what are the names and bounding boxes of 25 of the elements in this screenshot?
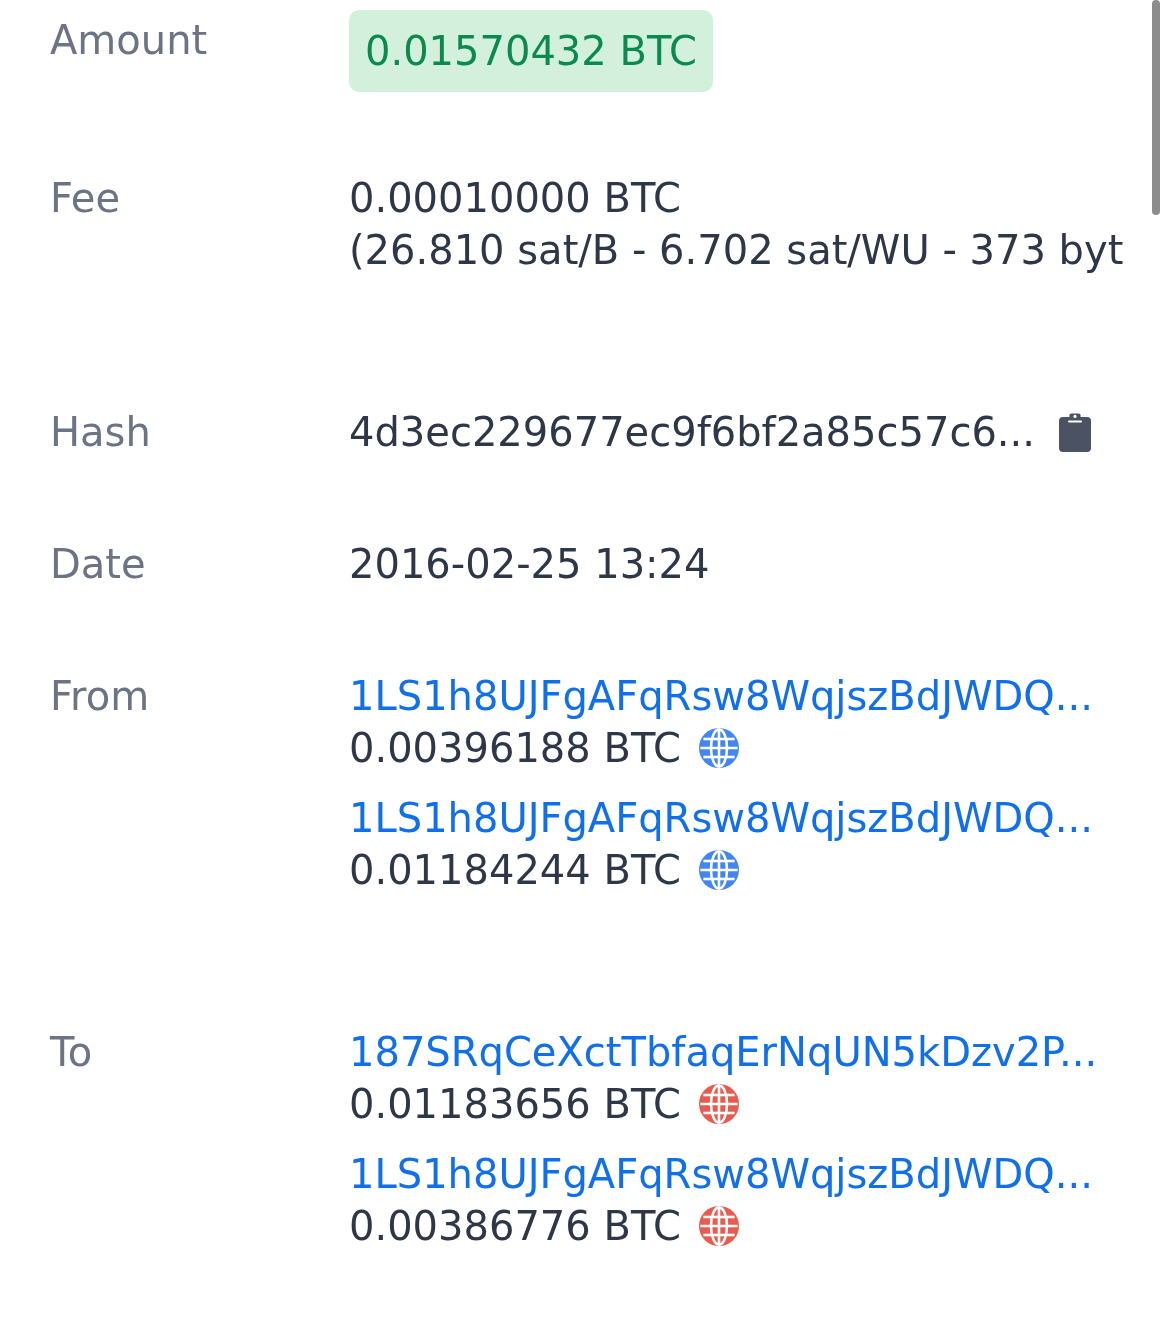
address-link[interactable]: 1LS1h8UJFgAFqRsw8WqjszBdJWDQ...: [349, 670, 1093, 722]
address-link[interactable]: 1LS1h8UJFgAFqRsw8WqjszBdJWDQ...: [349, 792, 1093, 844]
date-text: 2016-02-25 13:24: [349, 540, 710, 589]
address-link[interactable]: 1LS1h8UJFgAFqRsw8WqjszBdJWDQ...: [349, 1148, 1093, 1200]
field-label: Amount: [50, 17, 208, 63]
address-link[interactable]: 187SRqCeXctTbfaqErNqUN5kDzv2P...: [349, 1026, 1098, 1078]
field-label: Date: [50, 541, 146, 587]
hash-text: 4d3ec229677ec9f6bf2a85c57c6...: [349, 408, 1035, 457]
globe-icon[interactable]: [698, 728, 739, 768]
globe-icon[interactable]: [698, 850, 739, 890]
scrollbar[interactable]: [1152, 0, 1160, 215]
globe-icon[interactable]: [698, 1084, 739, 1124]
amount-text: 0.01184244 BTC: [349, 846, 681, 895]
field-label: To: [50, 1029, 93, 1075]
amount-text: 0.00386776 BTC: [349, 1202, 681, 1251]
fee-text: (26.810 sat/B - 6.702 sat/WU - 373 byt: [349, 226, 1124, 275]
field-label: Fee: [50, 175, 121, 221]
amount-badge: 0.01570432 BTC: [349, 10, 713, 92]
globe-icon[interactable]: [698, 1206, 739, 1246]
field-label: Hash: [50, 409, 151, 455]
fee-text: 0.00010000 BTC: [349, 174, 681, 223]
amount-text: 0.00396188 BTC: [349, 724, 681, 773]
field-label: From: [50, 673, 150, 719]
amount-text: 0.01183656 BTC: [349, 1080, 681, 1129]
clipboard-icon[interactable]: [1059, 412, 1091, 452]
